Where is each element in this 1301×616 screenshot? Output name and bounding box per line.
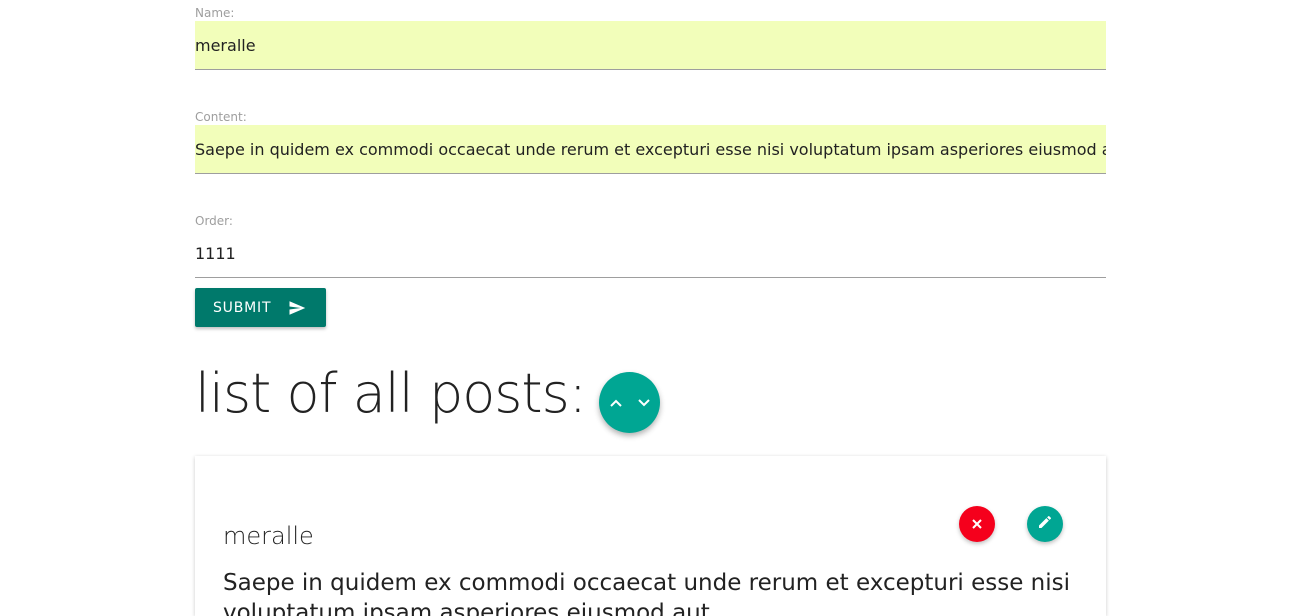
submit-button-label: SUBMIT bbox=[213, 299, 272, 316]
order-label: Order: bbox=[195, 214, 233, 228]
edit-post-button[interactable] bbox=[1027, 506, 1063, 542]
order-input[interactable]: 1111 bbox=[195, 229, 1106, 278]
post-content: Saepe in quidem ex commodi occaecat unde… bbox=[223, 570, 1071, 616]
posts-list-title: list of all posts: bbox=[195, 362, 587, 425]
post-title: meralle bbox=[223, 522, 314, 550]
pencil-icon bbox=[1037, 514, 1053, 534]
order-input-value: 1111 bbox=[195, 243, 236, 263]
delete-post-button[interactable] bbox=[959, 506, 995, 542]
name-label: Name: bbox=[195, 6, 235, 20]
close-icon bbox=[971, 515, 983, 534]
content-field-group: Content: Saepe in quidem ex commodi occa… bbox=[195, 104, 1106, 174]
content-input[interactable]: Saepe in quidem ex commodi occaecat unde… bbox=[195, 125, 1106, 174]
chevron-up-icon bbox=[609, 398, 623, 408]
content-input-value: Saepe in quidem ex commodi occaecat unde… bbox=[195, 139, 1106, 159]
chevron-down-icon bbox=[637, 398, 651, 408]
name-input-value: meralle bbox=[195, 35, 256, 55]
content-label: Content: bbox=[195, 110, 247, 124]
order-field-group: Order: 1111 bbox=[195, 208, 1106, 278]
name-field-group: Name: meralle bbox=[195, 0, 1106, 70]
name-input[interactable]: meralle bbox=[195, 21, 1106, 70]
post-card: meralle Saepe in quidem ex commodi occae… bbox=[195, 456, 1106, 616]
sort-toggle-button[interactable] bbox=[599, 372, 660, 433]
submit-button[interactable]: SUBMIT bbox=[195, 288, 326, 327]
send-icon bbox=[287, 299, 307, 317]
